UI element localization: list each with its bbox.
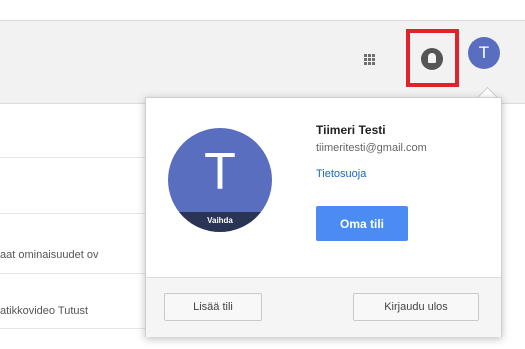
- profile-avatar-letter: T: [204, 143, 236, 201]
- my-account-button[interactable]: Oma tili: [316, 206, 408, 241]
- change-photo-label[interactable]: Vaihda: [168, 212, 272, 232]
- notifications-bell-icon[interactable]: [421, 48, 443, 70]
- apps-grid-icon[interactable]: [364, 54, 376, 66]
- user-name: Tiimeri Testi: [316, 123, 386, 137]
- account-dropdown-footer: Lisää tili Kirjaudu ulos: [146, 277, 501, 337]
- account-avatar-button[interactable]: T: [468, 37, 500, 69]
- background-list-row-partial: [0, 336, 525, 348]
- add-account-button[interactable]: Lisää tili: [164, 293, 262, 321]
- list-item-snippet: aat ominaisuudet ov: [0, 249, 99, 261]
- user-email: tiimeritesti@gmail.com: [316, 142, 427, 154]
- privacy-link[interactable]: Tietosuoja: [316, 168, 366, 180]
- sign-out-button[interactable]: Kirjaudu ulos: [353, 293, 479, 321]
- list-item-snippet: atikkovideo Tutust: [0, 305, 89, 317]
- top-strip: [0, 0, 525, 21]
- profile-avatar[interactable]: T Vaihda: [168, 128, 272, 232]
- account-dropdown: T Vaihda Tiimeri Testi tiimeritesti@gmai…: [145, 97, 502, 337]
